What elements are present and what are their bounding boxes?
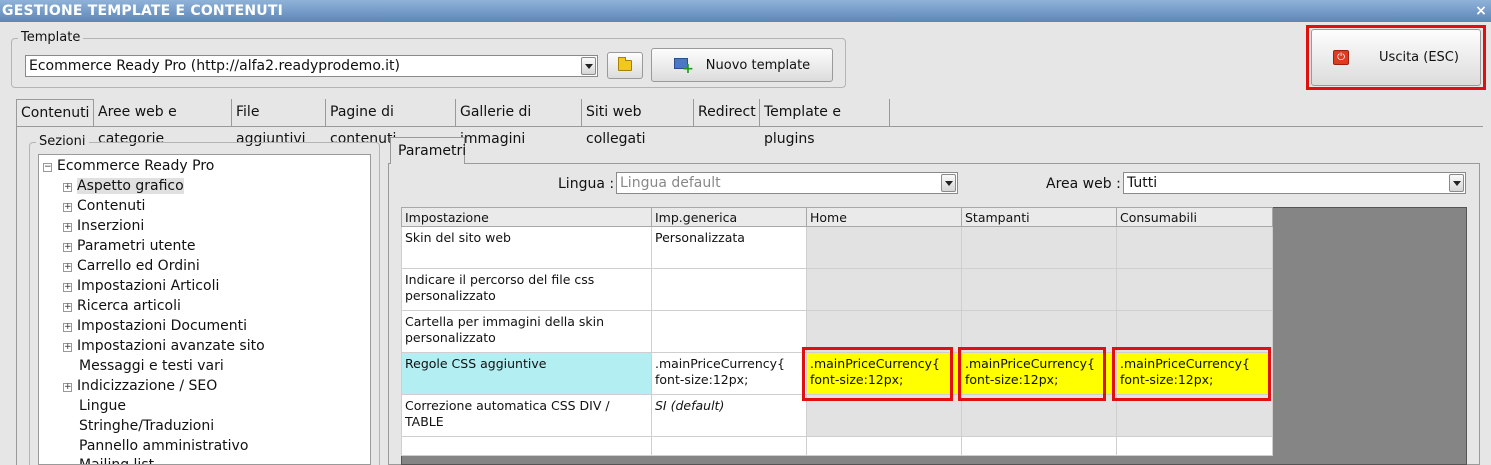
lingua-select[interactable]: Lingua default <box>616 172 958 194</box>
cell-setting[interactable]: Indicare il percorso del file css person… <box>401 268 652 311</box>
expand-icon[interactable]: + <box>63 203 72 212</box>
tree-item[interactable]: + Impostazioni Articoli <box>63 276 219 296</box>
tree-item[interactable]: Pannello amministrativo <box>79 436 248 456</box>
cell-setting[interactable] <box>401 436 652 456</box>
lingua-label: Lingua : <box>558 176 615 192</box>
new-template-button[interactable]: + Nuovo template <box>651 48 833 82</box>
exit-highlight-frame <box>1306 25 1486 90</box>
tree-item[interactable]: + Indicizzazione / SEO <box>63 376 217 396</box>
close-icon[interactable]: × <box>1475 0 1487 22</box>
tree-item[interactable]: Lingue <box>79 396 126 416</box>
cell-home[interactable] <box>806 436 962 456</box>
expand-icon[interactable]: + <box>63 383 72 392</box>
cell-consumabili[interactable] <box>1116 436 1273 456</box>
template-legend: Template <box>18 30 84 45</box>
tab-file-aggiuntivi[interactable]: File aggiuntivi <box>232 99 326 147</box>
table-row[interactable]: Skin del sito web Personalizzata <box>401 226 1273 269</box>
table-row[interactable]: Indicare il percorso del file css person… <box>401 268 1273 311</box>
expand-icon[interactable]: + <box>63 223 72 232</box>
col-imp-generica[interactable]: Imp.generica <box>651 207 807 227</box>
new-template-icon: + <box>673 57 694 76</box>
cell-generic[interactable] <box>651 268 807 311</box>
css-consumabili-highlight-frame <box>1112 347 1271 401</box>
col-stampanti[interactable]: Stampanti <box>961 207 1117 227</box>
tab-gallerie[interactable]: Gallerie di immagini <box>456 99 582 147</box>
tree-item[interactable]: + Contenuti <box>63 196 145 216</box>
tab-siti-collegati[interactable]: Siti web collegati <box>582 99 694 147</box>
tree-item[interactable]: Mailing list <box>79 455 154 464</box>
tree-root[interactable]: − Ecommerce Ready Pro <box>43 156 214 176</box>
sections-tree: − Ecommerce Ready Pro + Aspetto grafico + C… <box>38 154 371 465</box>
area-web-select-value: Tutti <box>1127 175 1158 191</box>
expand-icon[interactable]: + <box>63 343 72 352</box>
css-home-highlight-frame <box>802 347 953 401</box>
expand-icon[interactable]: + <box>63 303 72 312</box>
cell-consumabili[interactable] <box>1116 226 1273 269</box>
tree-item[interactable]: + Carrello ed Ordini <box>63 256 200 276</box>
tree-item[interactable]: + Parametri utente <box>63 236 196 256</box>
cell-home[interactable] <box>806 268 962 311</box>
cell-generic[interactable]: SI (default) <box>651 394 807 437</box>
expand-icon[interactable]: + <box>63 243 72 252</box>
cell-generic[interactable] <box>651 310 807 353</box>
tab-parametri[interactable]: Parametri <box>390 137 466 164</box>
expand-icon[interactable]: + <box>63 323 72 332</box>
sections-legend: Sezioni <box>36 134 89 149</box>
col-home[interactable]: Home <box>806 207 962 227</box>
open-folder-button[interactable] <box>607 52 643 79</box>
window-title: GESTIONE TEMPLATE E CONTENUTI <box>2 3 284 19</box>
new-template-label: Nuovo template <box>705 57 811 73</box>
cell-setting[interactable]: Skin del sito web <box>401 226 652 269</box>
col-consumabili[interactable]: Consumabili <box>1116 207 1273 227</box>
cell-stampanti[interactable] <box>961 226 1117 269</box>
tree-item[interactable]: Stringhe/Traduzioni <box>79 416 214 436</box>
cell-setting[interactable]: Cartella per immagini della skin persona… <box>401 310 652 353</box>
area-web-select[interactable]: Tutti <box>1123 172 1466 194</box>
tree-item[interactable]: + Ricerca articoli <box>63 296 181 316</box>
tab-redirect[interactable]: Redirect <box>694 99 760 126</box>
chevron-down-icon[interactable] <box>581 57 596 75</box>
tab-aree-web[interactable]: Aree web e categorie <box>94 99 232 147</box>
expand-icon[interactable]: + <box>63 283 72 292</box>
folder-icon <box>618 57 632 71</box>
area-web-label: Area web : <box>1046 176 1121 192</box>
tab-contenuti[interactable]: Contenuti <box>16 99 94 126</box>
window-titlebar: GESTIONE TEMPLATE E CONTENUTI × <box>0 0 1491 22</box>
cell-stampanti[interactable] <box>961 268 1117 311</box>
cell-home[interactable] <box>806 226 962 269</box>
lingua-select-value: Lingua default <box>620 175 721 191</box>
cell-setting[interactable]: Correzione automatica CSS DIV / TABLE <box>401 394 652 437</box>
main-tabs: Contenuti Aree web e categorie File aggi… <box>16 99 890 147</box>
cell-generic[interactable]: .mainPriceCurrency{ font-size:12px; <box>651 352 807 395</box>
cell-generic[interactable] <box>651 436 807 456</box>
collapse-icon[interactable]: − <box>43 163 52 172</box>
tree-item[interactable]: + Aspetto grafico <box>63 176 184 196</box>
tab-template-plugins[interactable]: Template e plugins <box>760 99 890 147</box>
tree-item[interactable]: + Inserzioni <box>63 216 144 236</box>
css-stampanti-highlight-frame <box>958 347 1106 401</box>
expand-icon[interactable]: + <box>63 263 72 272</box>
col-impostazione[interactable]: Impostazione <box>401 207 652 227</box>
table-row[interactable] <box>401 436 1273 456</box>
tree-item[interactable]: Messaggi e testi vari <box>79 356 224 376</box>
expand-icon[interactable]: + <box>63 183 72 192</box>
template-select[interactable]: Ecommerce Ready Pro (http://alfa2.readyp… <box>25 55 598 77</box>
settings-grid: Impostazione Imp.generica Home Stampanti… <box>401 207 1273 456</box>
tree-item[interactable]: + Impostazioni avanzate sito <box>63 336 265 356</box>
grid-header: Impostazione Imp.generica Home Stampanti… <box>401 207 1273 227</box>
tab-pagine-contenuti[interactable]: Pagine di contenuti <box>326 99 456 147</box>
template-select-value: Ecommerce Ready Pro (http://alfa2.readyp… <box>29 58 400 74</box>
chevron-down-icon[interactable] <box>941 174 956 192</box>
tree-item[interactable]: + Impostazioni Documenti <box>63 316 247 336</box>
cell-setting[interactable]: Regole CSS aggiuntive <box>401 352 652 395</box>
cell-consumabili[interactable] <box>1116 268 1273 311</box>
cell-stampanti[interactable] <box>961 436 1117 456</box>
cell-generic[interactable]: Personalizzata <box>651 226 807 269</box>
chevron-down-icon[interactable] <box>1449 174 1464 192</box>
